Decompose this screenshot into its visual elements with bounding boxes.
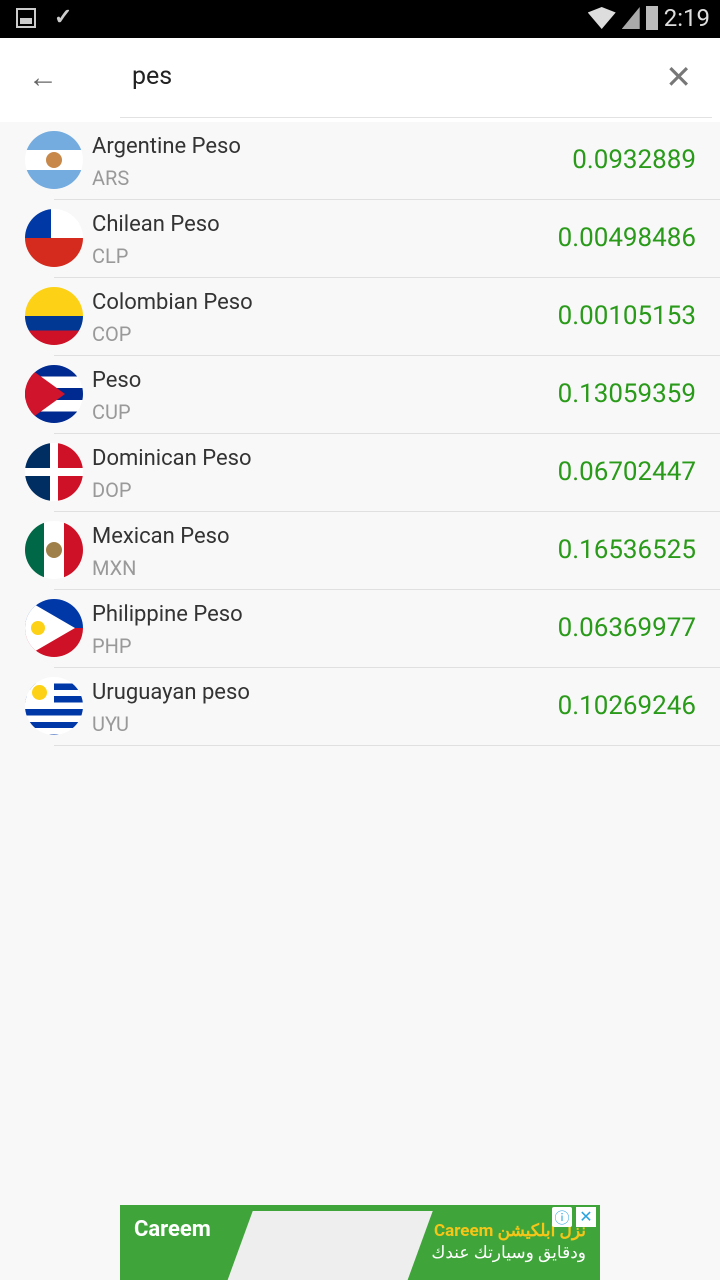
task-notification-icon: ✓ (54, 5, 73, 30)
ad-text-2: ودقايق وسيارتك عندك (431, 1243, 586, 1263)
search-bar: ← pes ✕ (0, 38, 720, 122)
currency-code: COP (92, 322, 132, 346)
currency-row[interactable]: Dominican Peso DOP 0.06702447 (0, 434, 720, 512)
flag-icon (25, 599, 83, 657)
currency-code: ARS (92, 166, 130, 190)
currency-rate: 0.06369977 (557, 613, 696, 643)
signal-icon (621, 7, 640, 29)
currency-rate: 0.10269246 (557, 691, 696, 721)
flag-icon (25, 131, 83, 189)
status-bar: ✓ 2:19 (0, 0, 720, 38)
currency-row[interactable]: Peso CUP 0.13059359 (0, 356, 720, 434)
currency-name: Argentine Peso (92, 134, 241, 159)
currency-rate: 0.0932889 (572, 145, 696, 175)
currency-row[interactable]: Philippine Peso PHP 0.06369977 (0, 590, 720, 668)
gallery-notification-icon (16, 8, 36, 28)
currency-row[interactable]: Colombian Peso COP 0.00105153 (0, 278, 720, 356)
flag-icon (25, 365, 83, 423)
clear-icon[interactable]: ✕ (665, 58, 692, 96)
currency-rate: 0.06702447 (557, 457, 696, 487)
ad-close-icon[interactable]: ✕ (576, 1207, 596, 1227)
battery-icon (645, 6, 658, 30)
ad-brand: Careem (134, 1217, 211, 1242)
currency-row[interactable]: Uruguayan peso UYU 0.10269246 (0, 668, 720, 746)
currency-row[interactable]: Chilean Peso CLP 0.00498486 (0, 200, 720, 278)
back-arrow-icon[interactable]: ← (28, 60, 58, 95)
currency-code: UYU (92, 712, 130, 736)
currency-name: Peso (92, 368, 142, 393)
currency-name: Colombian Peso (92, 290, 253, 315)
currency-name: Mexican Peso (92, 524, 230, 549)
currency-list: Argentine Peso ARS 0.0932889 Chilean Peso CL… (0, 122, 720, 746)
search-underline (120, 117, 712, 118)
wifi-icon (587, 7, 616, 29)
ad-map-image (227, 1211, 433, 1280)
currency-code: PHP (92, 634, 132, 658)
currency-code: MXN (92, 556, 137, 580)
currency-rate: 0.00498486 (557, 223, 696, 253)
flag-icon (25, 209, 83, 267)
clock: 2:19 (663, 4, 710, 32)
currency-rate: 0.00105153 (557, 301, 696, 331)
flag-icon (25, 287, 83, 345)
ad-info-icon[interactable]: ⓘ (552, 1207, 572, 1227)
search-input[interactable]: pes (132, 62, 172, 91)
currency-code: DOP (92, 478, 132, 502)
currency-name: Chilean Peso (92, 212, 220, 237)
currency-rate: 0.16536525 (557, 535, 696, 565)
currency-row[interactable]: Mexican Peso MXN 0.16536525 (0, 512, 720, 590)
currency-code: CUP (92, 400, 131, 424)
flag-icon (25, 521, 83, 579)
flag-icon (25, 443, 83, 501)
currency-name: Philippine Peso (92, 602, 243, 627)
flag-icon (25, 677, 83, 735)
currency-name: Uruguayan peso (92, 680, 250, 705)
ad-banner[interactable]: Careem نزل ابلكيشن Careem ودقايق وسيارتك… (120, 1205, 600, 1280)
currency-row[interactable]: Argentine Peso ARS 0.0932889 (0, 122, 720, 200)
currency-name: Dominican Peso (92, 446, 252, 471)
currency-rate: 0.13059359 (557, 379, 696, 409)
currency-code: CLP (92, 244, 129, 268)
